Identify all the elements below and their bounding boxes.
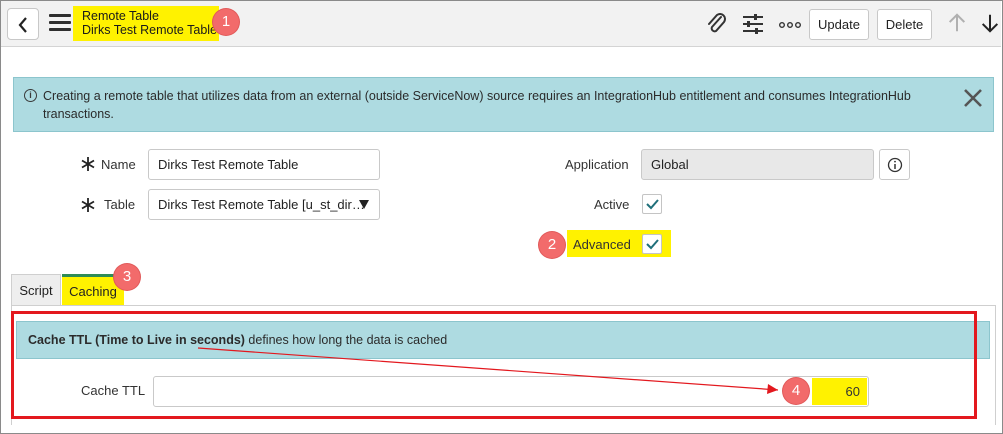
annotation-box: [11, 311, 977, 419]
